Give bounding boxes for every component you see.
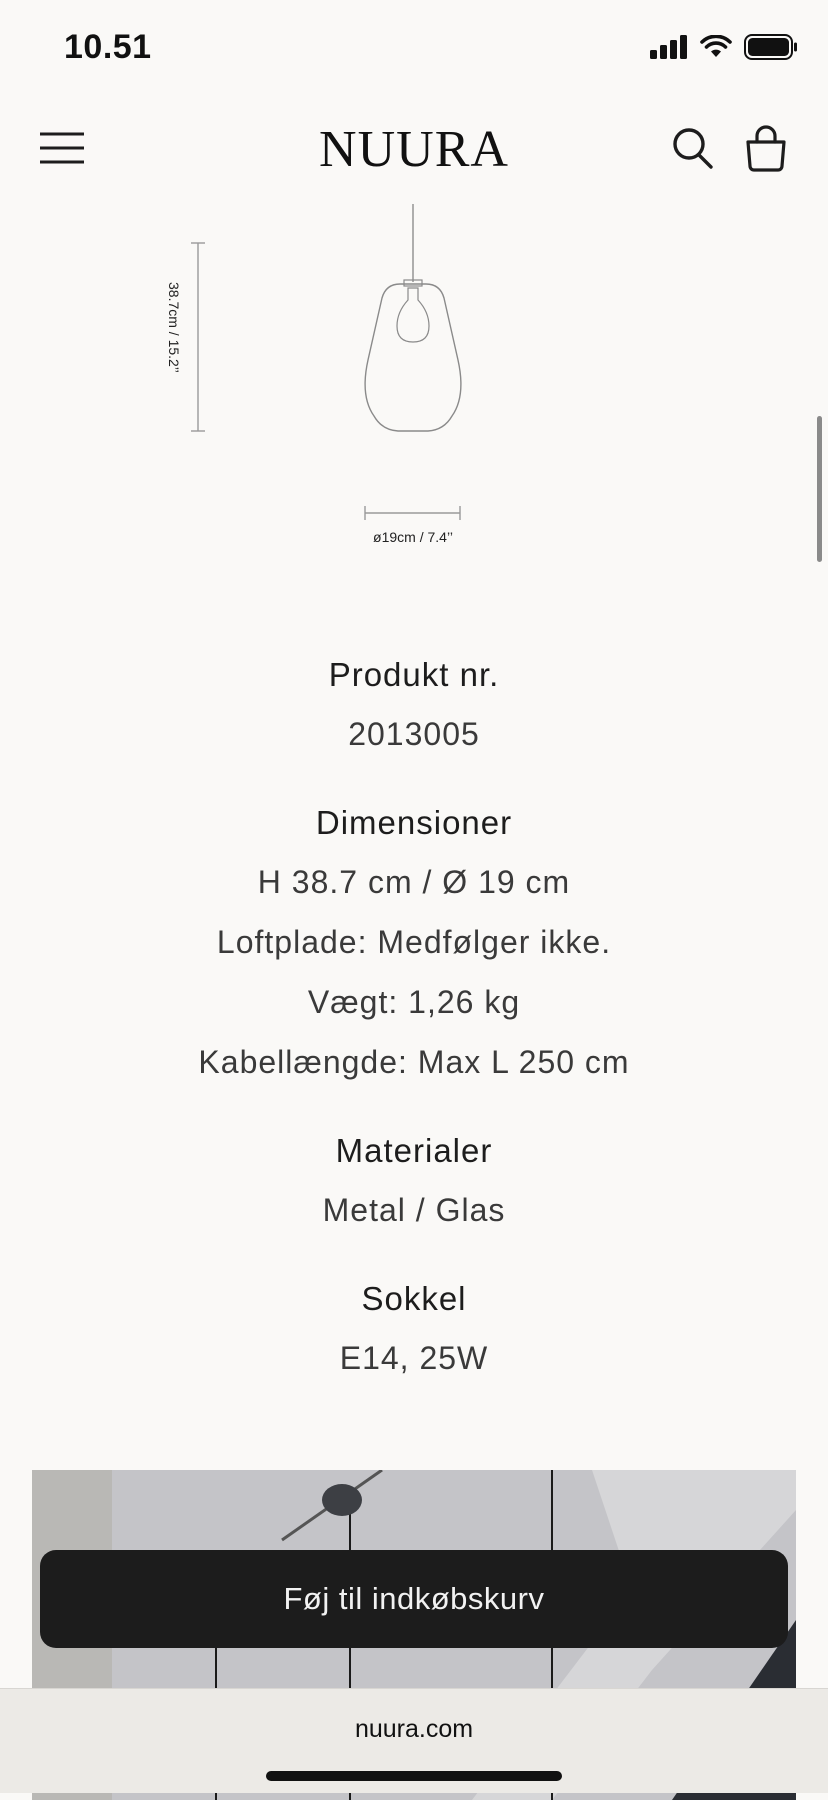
spec-value-dimensions-size: H 38.7 cm / Ø 19 cm [257,864,571,900]
product-technical-drawing [191,204,462,520]
site-header: NUURA [0,96,828,200]
search-button[interactable] [672,126,714,170]
battery-icon [744,34,797,60]
spec-value-socket: E14, 25W [339,1340,489,1376]
status-bar: 10.51 [0,0,828,96]
spec-value-product-number: 2013005 [348,716,480,752]
spec-value-dimensions-ceiling-plate: Loftplade: Medfølger ikke. [216,924,612,960]
spec-value-dimensions-cable-length: Kabellængde: Max L 250 cm [198,1044,630,1080]
spec-value-materials: Metal / Glas [322,1192,506,1228]
search-icon [673,128,713,169]
status-time: 10.51 [64,28,152,66]
cellular-signal-icon [650,35,687,59]
bulb-outline [396,287,430,343]
status-icons [650,34,798,60]
spec-title-socket: Sokkel [361,1280,467,1317]
spec-title-dimensions: Dimensioner [315,804,513,841]
lamp-shade-outline [364,283,462,432]
home-indicator[interactable] [266,1771,562,1781]
spec-title-materials: Materialer [335,1132,493,1169]
browser-address-bar[interactable]: nuura.com [0,1688,828,1793]
cart-button[interactable] [744,124,788,172]
add-to-cart-button[interactable]: Føj til indkøbskurv [40,1550,788,1648]
spec-value-dimensions-weight: Vægt: 1,26 kg [307,984,521,1020]
shopping-bag-icon [746,125,786,172]
height-dimension-label: 38.7cm / 15.2’’ [166,282,182,373]
spec-title-product-number: Produkt nr. [328,656,500,693]
wifi-icon [700,35,732,57]
diameter-dimension-label: ø19cm / 7.4’’ [373,529,453,545]
url-text[interactable]: nuura.com [0,1715,828,1744]
